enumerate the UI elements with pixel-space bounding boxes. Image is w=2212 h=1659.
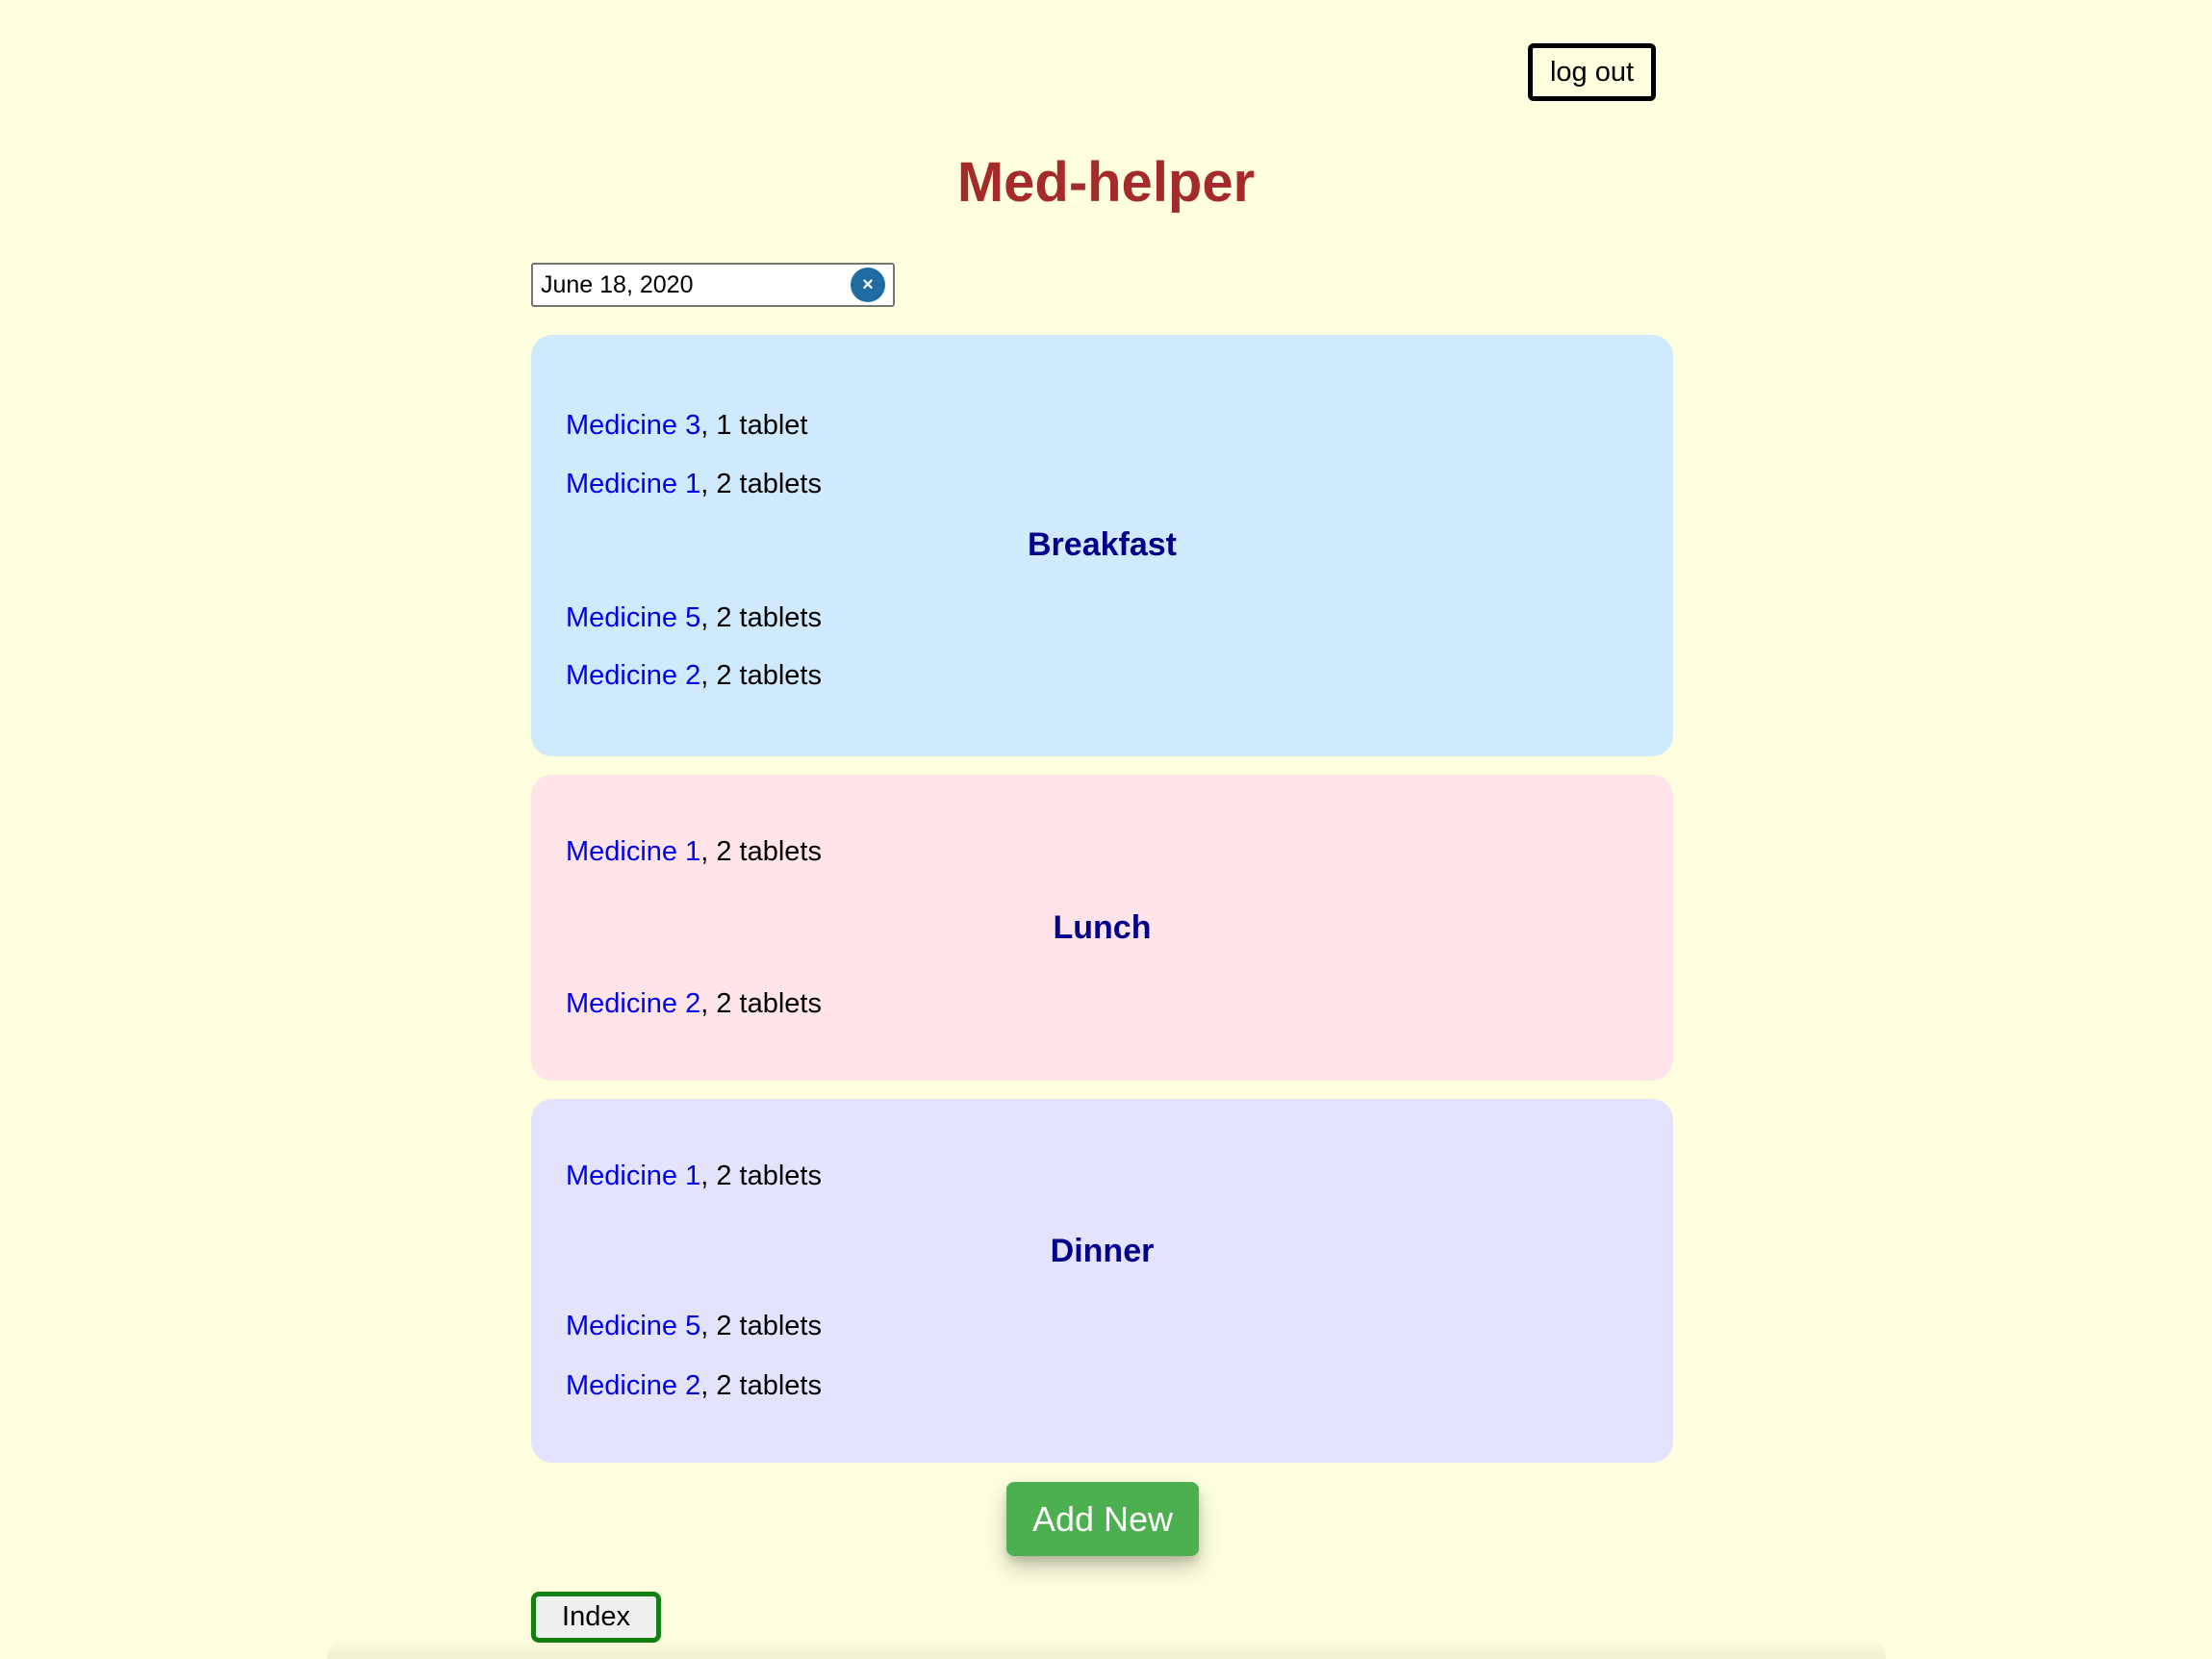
- meal-title-breakfast: Breakfast: [1028, 526, 1177, 563]
- list-item: Medicine 1, 2 tablets: [566, 832, 822, 871]
- list-item: Medicine 2, 2 tablets: [566, 656, 822, 695]
- medicine-link[interactable]: Medicine 5: [566, 1311, 700, 1341]
- list-item: Medicine 5, 2 tablets: [566, 599, 822, 637]
- medicine-link[interactable]: Medicine 2: [566, 988, 700, 1019]
- list-item: Medicine 3, 1 tablet: [566, 406, 808, 445]
- meal-title-dinner: Dinner: [1050, 1233, 1155, 1269]
- list-item: Medicine 1, 2 tablets: [566, 465, 822, 503]
- date-picker-input[interactable]: June 18, 2020 ×: [531, 263, 895, 307]
- medicine-link[interactable]: Medicine 1: [566, 1161, 700, 1191]
- medicine-dose: , 2 tablets: [700, 1311, 822, 1341]
- medicine-link[interactable]: Medicine 1: [566, 836, 700, 867]
- list-item: Medicine 2, 2 tablets: [566, 984, 822, 1023]
- medicine-link[interactable]: Medicine 1: [566, 469, 700, 499]
- bottom-shadow: [327, 1636, 1886, 1659]
- medicine-dose: , 2 tablets: [700, 836, 822, 867]
- meal-title-lunch: Lunch: [1053, 909, 1152, 946]
- list-item: Medicine 2, 2 tablets: [566, 1366, 822, 1405]
- medicine-dose: , 2 tablets: [700, 602, 822, 633]
- page: log out Med-helper June 18, 2020 × Medic…: [0, 0, 2212, 1659]
- medicine-dose: , 2 tablets: [700, 660, 822, 691]
- medicine-dose: , 2 tablets: [700, 1161, 822, 1191]
- logout-button[interactable]: log out: [1528, 43, 1656, 101]
- medicine-link[interactable]: Medicine 5: [566, 602, 700, 633]
- medicine-link[interactable]: Medicine 2: [566, 1370, 700, 1401]
- meal-card-lunch: Medicine 1, 2 tablets Lunch Medicine 2, …: [531, 775, 1673, 1081]
- meal-card-breakfast: Medicine 3, 1 tablet Medicine 1, 2 table…: [531, 335, 1673, 756]
- medicine-link[interactable]: Medicine 3: [566, 410, 700, 441]
- medicine-link[interactable]: Medicine 2: [566, 660, 700, 691]
- list-item: Medicine 5, 2 tablets: [566, 1307, 822, 1345]
- medicine-dose: , 2 tablets: [700, 1370, 822, 1401]
- page-title: Med-helper: [956, 151, 1256, 214]
- medicine-dose: , 2 tablets: [700, 469, 822, 499]
- medicine-dose: , 1 tablet: [700, 410, 808, 441]
- clear-date-icon[interactable]: ×: [851, 268, 885, 302]
- medicine-dose: , 2 tablets: [700, 988, 822, 1019]
- date-value: June 18, 2020: [541, 270, 694, 298]
- add-new-button[interactable]: Add New: [1006, 1482, 1199, 1556]
- list-item: Medicine 1, 2 tablets: [566, 1157, 822, 1195]
- meal-card-dinner: Medicine 1, 2 tablets Dinner Medicine 5,…: [531, 1099, 1673, 1463]
